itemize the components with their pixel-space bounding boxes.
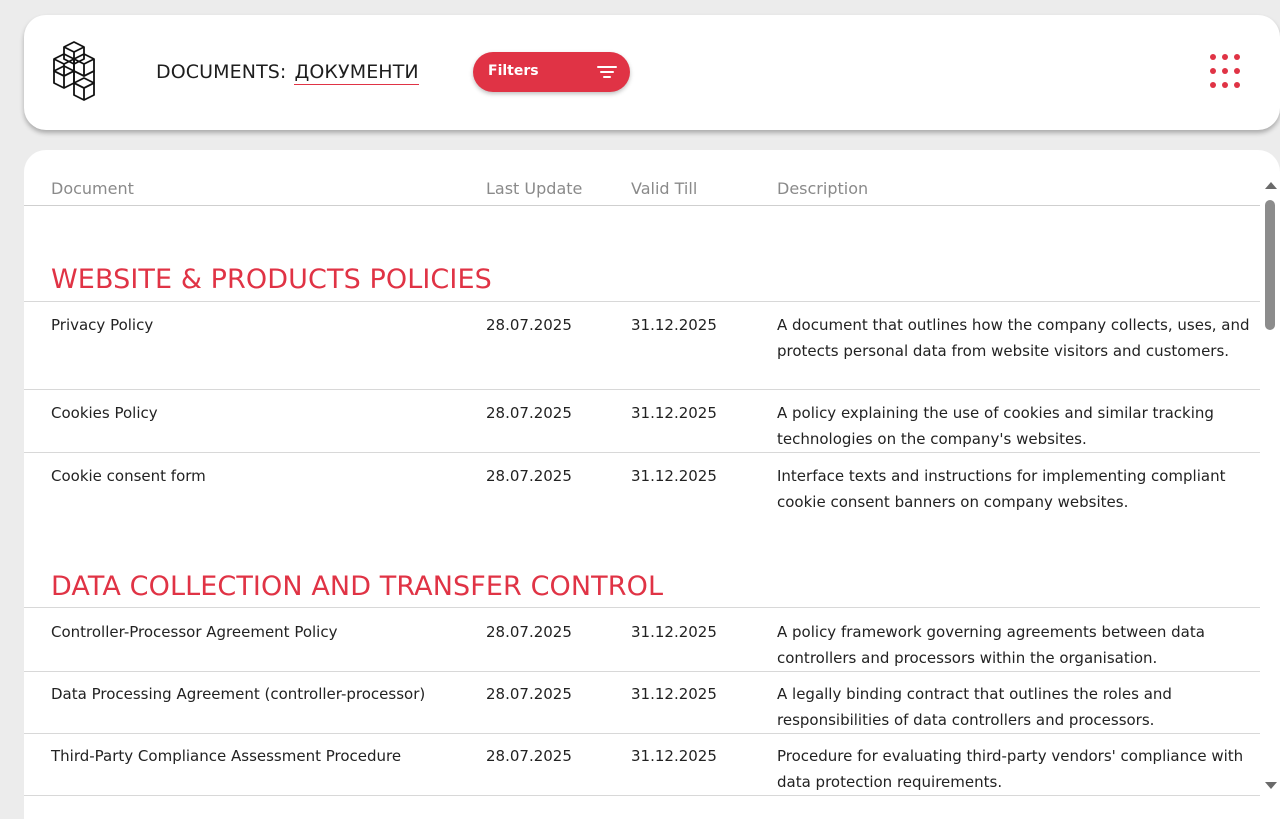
page-title: DOCUMENTS: ДОКУМЕНТИ bbox=[156, 61, 419, 85]
valid-till: 31.12.2025 bbox=[631, 316, 717, 334]
description: A legally binding contract that outlines… bbox=[777, 685, 1172, 729]
valid-till: 31.12.2025 bbox=[631, 685, 717, 703]
divider bbox=[24, 389, 1260, 390]
description: A policy framework governing agreements … bbox=[777, 623, 1205, 667]
language-link[interactable]: ДОКУМЕНТИ bbox=[294, 61, 419, 85]
valid-till: 31.12.2025 bbox=[631, 747, 717, 765]
last-update: 28.07.2025 bbox=[486, 685, 572, 703]
valid-till: 31.12.2025 bbox=[631, 623, 717, 641]
section-title: WEBSITE & PRODUCTS POLICIES bbox=[51, 264, 492, 295]
last-update: 28.07.2025 bbox=[486, 747, 572, 765]
documents-table: Document Last Update Valid Till Descript… bbox=[24, 150, 1280, 819]
stacked-cubes-logo[interactable] bbox=[50, 41, 100, 103]
document-link[interactable]: Controller-Processor Agreement Policy bbox=[51, 623, 337, 641]
grid-dots-icon[interactable] bbox=[1210, 54, 1246, 90]
divider bbox=[24, 733, 1260, 734]
scrollbar-thumb[interactable] bbox=[1265, 200, 1275, 330]
filter-lines-icon bbox=[597, 66, 617, 78]
page-title-text: DOCUMENTS: bbox=[156, 61, 287, 83]
top-bar: DOCUMENTS: ДОКУМЕНТИ Filters bbox=[24, 15, 1280, 130]
last-update: 28.07.2025 bbox=[486, 623, 572, 641]
filters-button[interactable]: Filters bbox=[473, 52, 630, 92]
last-update: 28.07.2025 bbox=[486, 467, 572, 485]
document-link[interactable]: Cookie consent form bbox=[51, 467, 206, 485]
column-header-valid-till[interactable]: Valid Till bbox=[631, 179, 697, 198]
document-link[interactable]: Privacy Policy bbox=[51, 316, 153, 334]
description: A policy explaining the use of cookies a… bbox=[777, 404, 1214, 448]
description: A document that outlines how the company… bbox=[777, 316, 1250, 360]
valid-till: 31.12.2025 bbox=[631, 404, 717, 422]
divider bbox=[24, 671, 1260, 672]
divider bbox=[24, 795, 1260, 796]
divider bbox=[24, 607, 1260, 608]
document-link[interactable]: Third-Party Compliance Assessment Proced… bbox=[51, 747, 401, 765]
filters-button-label: Filters bbox=[488, 63, 539, 79]
valid-till: 31.12.2025 bbox=[631, 467, 717, 485]
description: Procedure for evaluating third-party ven… bbox=[777, 747, 1244, 791]
divider bbox=[24, 452, 1260, 453]
section-title: DATA COLLECTION AND TRANSFER CONTROL bbox=[51, 571, 664, 602]
column-header-last-update[interactable]: Last Update bbox=[486, 179, 582, 198]
document-link[interactable]: Cookies Policy bbox=[51, 404, 158, 422]
scroll-up-arrow-icon[interactable] bbox=[1265, 182, 1277, 189]
column-header-description[interactable]: Description bbox=[777, 179, 868, 198]
last-update: 28.07.2025 bbox=[486, 404, 572, 422]
divider bbox=[24, 301, 1260, 302]
scroll-down-arrow-icon[interactable] bbox=[1265, 782, 1277, 789]
header-divider bbox=[24, 205, 1260, 206]
last-update: 28.07.2025 bbox=[486, 316, 572, 334]
description: Interface texts and instructions for imp… bbox=[777, 467, 1226, 511]
vertical-scrollbar[interactable] bbox=[1260, 178, 1280, 798]
document-link[interactable]: Data Processing Agreement (controller-pr… bbox=[51, 685, 425, 703]
column-header-document[interactable]: Document bbox=[51, 179, 134, 198]
